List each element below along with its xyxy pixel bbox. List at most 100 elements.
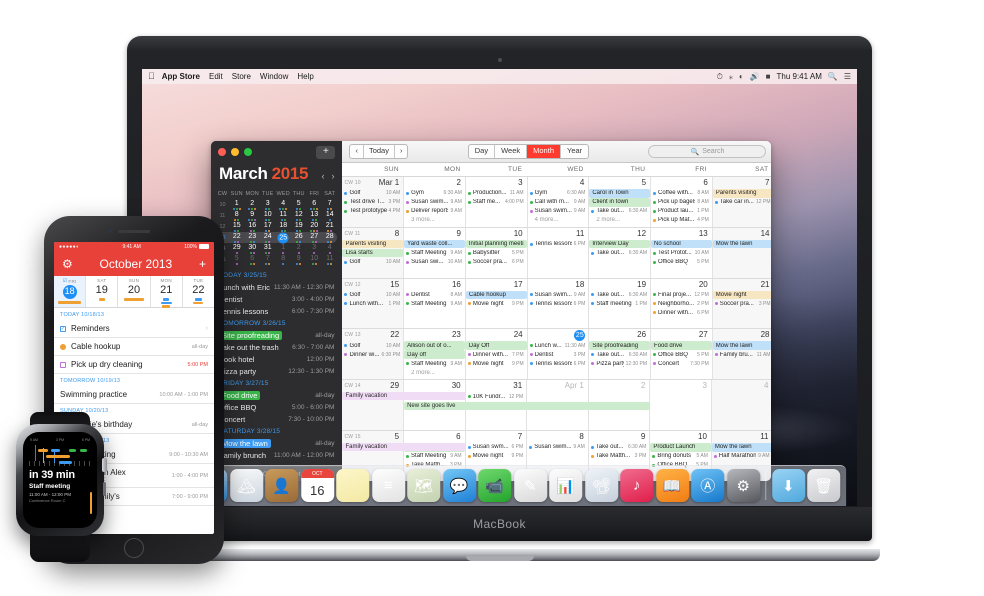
calendar-day-cell[interactable]: 4 (711, 380, 771, 431)
day-number[interactable]: 26 (637, 331, 646, 339)
calendar-day-cell[interactable]: 16 Dentist 8 AM Staff Meeting 9 AM (404, 278, 466, 329)
calendar-event[interactable]: Gym 6:30 AM (528, 189, 589, 198)
next-period-button[interactable]: › (395, 145, 407, 157)
mini-cal-day[interactable]: 5 (291, 200, 307, 210)
iphone-day-number[interactable]: 19 (96, 284, 108, 296)
day-number[interactable]: 2 (641, 382, 645, 390)
sidebar-prev-month-icon[interactable]: ‹ (321, 171, 324, 181)
day-number[interactable]: 20 (699, 280, 708, 289)
calendar-day-cell[interactable]: 9 Yard waste coll... Staff Meeting 9 AM Susa… (404, 227, 466, 278)
calendar-event[interactable]: Dentist 3 PM (528, 350, 589, 359)
month-grid[interactable]: CW 10 Mar 1 Golf 10 AM Test drive T... 3 PM Te… (342, 177, 771, 481)
sidebar-event-list[interactable]: TODAY 3/25/15 Lunch with Eric 11:30 AM - 1… (211, 265, 342, 466)
calendar-event[interactable]: Client in town (589, 198, 651, 207)
menu-item-store[interactable]: Store (232, 72, 251, 81)
calendar-event[interactable]: Staff meeting 1 PM (589, 300, 650, 309)
calendar-day-cell[interactable]: 17 Cable hookup Movie night 9 PM (465, 278, 528, 329)
mini-cal-day[interactable]: 23 (245, 233, 261, 243)
gear-icon[interactable]: ⚙ (62, 258, 73, 270)
calendar-day-cell[interactable]: 5 Carol in Town Client in town Take out... 6… (589, 177, 652, 227)
iphone-day-cell[interactable]: TUE 22 (183, 276, 214, 307)
notification-center-icon[interactable]: ☰ (844, 72, 851, 81)
calendar-event[interactable]: Movie night 9 PM (466, 359, 527, 368)
calendar-event[interactable]: Golf 10 AM (342, 189, 403, 198)
calendar-event[interactable]: Babysitter 5 PM (466, 249, 527, 258)
day-number[interactable]: 30 (452, 382, 461, 390)
sidebar-event-row[interactable]: Mow the lawn all-day (211, 437, 342, 449)
iphone-today-number[interactable]: 18 (62, 285, 77, 299)
apple-logo-icon[interactable]:  (148, 72, 155, 81)
day-number[interactable]: 4 (580, 179, 584, 187)
day-number[interactable]: 17 (514, 280, 523, 289)
calendar-event[interactable]: Susan swim... 9 AM (527, 443, 588, 452)
calendar-event[interactable]: Product Launch (650, 443, 711, 452)
iphone-event-row[interactable]: Swimming practice 10:00 AM - 1:00 PM (54, 386, 214, 404)
calendar-event[interactable]: Coffee with... 8 AM (651, 189, 712, 198)
day-number[interactable]: 15 (390, 280, 399, 289)
calendar-event[interactable]: 10K Fundr... 12 PM (466, 392, 527, 401)
mini-cal-day[interactable]: 4 (276, 200, 292, 210)
mini-cal-day[interactable]: 11 (276, 211, 292, 221)
battery-icon[interactable]: ■ (766, 72, 771, 81)
calendar-event[interactable]: Concert 7:30 PM (651, 359, 712, 368)
iphone-day-cell[interactable]: SUN 20 (118, 276, 151, 307)
iphone-event-row[interactable]: ✓ Reminders › (54, 320, 214, 338)
calendar-day-cell[interactable]: CW 14 29 (342, 380, 405, 431)
calendar-day-cell[interactable]: 3 Production... 11 AM Staff me... 4:00 PM (466, 177, 528, 227)
day-number[interactable]: 2 (456, 179, 460, 187)
calendar-event[interactable]: Take car in... 12 PM (713, 198, 771, 207)
calendar-day-cell[interactable]: 21 Movie night Soccer pra... 3 PM (712, 278, 771, 329)
mini-cal-day[interactable]: 20 (307, 222, 323, 232)
mini-cal-day[interactable]: 6 (245, 255, 261, 265)
calendar-day-cell[interactable]: 7 Parents visiting Take car in... 12 PM (712, 177, 771, 227)
calendar-event[interactable]: Mow the lawn (712, 341, 771, 350)
calendar-event[interactable]: No school (651, 239, 712, 249)
day-number[interactable]: 9 (456, 229, 460, 238)
sidebar-event-row[interactable]: Pizza party 12:30 - 1:30 PM (211, 365, 342, 377)
calendar-event[interactable]: Bring donuts 5 AM (650, 452, 711, 461)
day-number[interactable]: 27 (699, 331, 708, 339)
mini-cal-day[interactable]: 13 (307, 211, 323, 221)
watch-side-button-icon[interactable] (103, 482, 106, 496)
day-number[interactable]: 11 (760, 433, 768, 441)
menu-item-window[interactable]: Window (260, 72, 288, 81)
mini-cal-day[interactable]: 11 (322, 255, 338, 265)
calendar-day-cell[interactable]: 10 Initial planning meeting Babysitter 5 PM… (465, 227, 528, 278)
calendar-day-cell[interactable]: 25 Lunch w... 11:30 AM Dentist 3 PM Tennis le… (528, 329, 590, 380)
calendar-event[interactable]: Parents visiting (342, 239, 404, 249)
mini-cal-day[interactable]: 3 (260, 200, 276, 210)
iphone-day-cell[interactable]: SAT 19 (86, 276, 119, 307)
mini-cal-day[interactable]: 21 (322, 222, 338, 232)
close-button[interactable] (218, 148, 226, 156)
dock-icon-maps[interactable]: 🗺 (407, 469, 441, 502)
day-number[interactable]: 28 (761, 331, 770, 339)
calendar-event[interactable]: Half Marathon 9 AM (712, 452, 771, 461)
calendar-day-cell[interactable]: 11 Tennis lessons 6 PM (528, 227, 590, 278)
mini-cal-day[interactable]: 26 (291, 233, 307, 243)
calendar-day-cell[interactable]: 26 Site proofreading Take out... 6:30 AM Piz… (589, 329, 652, 380)
calendar-event[interactable]: Take out... 6:30 AM (589, 291, 650, 300)
multiday-event-banner[interactable]: Family vacation (342, 443, 466, 452)
calendar-day-cell[interactable]: 27 Food drive Office BBQ 5 PM Concert 7:30 PM (651, 329, 713, 380)
day-number[interactable]: 11 (576, 229, 584, 238)
dock-icon-trash[interactable]: 🗑 (807, 469, 841, 502)
digital-crown-icon[interactable] (102, 458, 107, 472)
calendar-event[interactable]: Golf 10 AM (342, 341, 403, 350)
day-number[interactable]: 8 (579, 433, 583, 441)
day-number[interactable]: 10 (698, 433, 707, 441)
today-date-number[interactable]: 25 (574, 329, 586, 341)
day-number[interactable]: 24 (514, 331, 523, 339)
dock-icon-itunes[interactable]: ♪ (620, 469, 654, 502)
calendar-event[interactable]: Soccer pra... 6 PM (466, 258, 527, 267)
view-button-day[interactable]: Day (469, 145, 496, 158)
mini-cal-day[interactable]: 15 (229, 222, 245, 232)
calendar-event[interactable]: Parents visiting (712, 189, 771, 198)
day-number[interactable]: 3 (518, 179, 522, 187)
calendar-event[interactable]: Mow the lawn (711, 443, 771, 452)
multiday-event-banner[interactable]: New site goes live (404, 402, 650, 411)
calendar-event[interactable]: Staff me... 4:00 PM (466, 198, 527, 207)
calendar-event[interactable]: Staff Meeting9 AM (404, 452, 465, 461)
calendar-event[interactable]: Pick up bagels 8 AM (651, 198, 712, 207)
calendar-event[interactable]: Tennis lessons 6 PM (528, 359, 589, 368)
day-number[interactable]: 7 (518, 433, 522, 441)
